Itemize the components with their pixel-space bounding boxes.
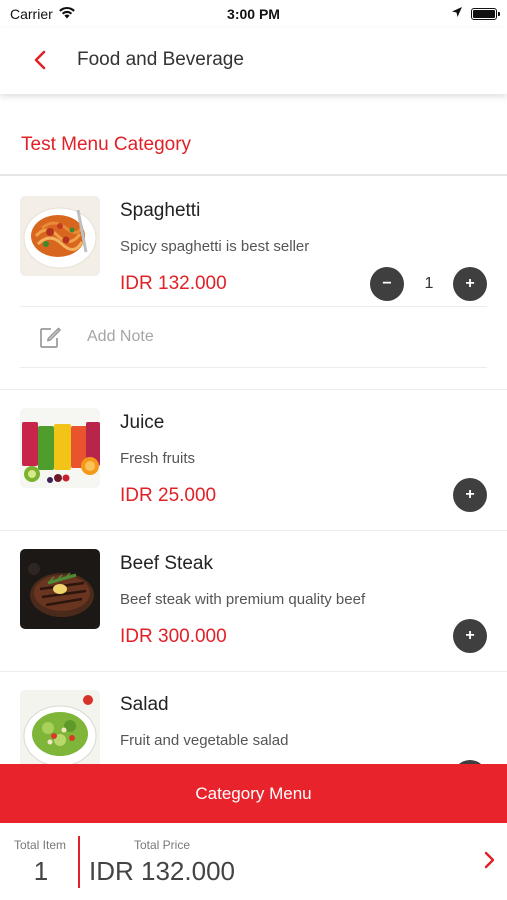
status-right: [451, 5, 500, 23]
increase-quantity-button[interactable]: +: [453, 267, 487, 301]
menu-item-spaghetti: Spaghetti Spicy spaghetti is best seller…: [0, 178, 507, 390]
item-name: Juice: [120, 412, 165, 433]
chevron-left-icon: [33, 50, 47, 75]
menu-item-beef-steak: Beef Steak Beef steak with premium quali…: [0, 531, 507, 672]
page-title: Food and Beverage: [77, 49, 244, 70]
battery-icon: [471, 8, 500, 20]
beef-steak-image: [20, 549, 100, 629]
total-price-label: Total Price: [134, 838, 191, 852]
item-name: Beef Steak: [120, 553, 213, 574]
plus-icon: +: [465, 275, 475, 292]
status-time: 3:00 PM: [227, 6, 280, 22]
category-menu-label: Category Menu: [195, 783, 312, 803]
nav-bar: Food and Beverage: [0, 28, 507, 94]
chevron-right-icon: [483, 851, 495, 873]
item-name: Spaghetti: [120, 200, 201, 221]
category-header: Test Menu Category: [0, 94, 507, 176]
menu-item-salad: Salad Fruit and vegetable salad +: [0, 672, 507, 764]
status-bar: Carrier 3:00 PM: [0, 0, 507, 28]
add-note-row[interactable]: Add Note: [20, 306, 487, 368]
summary-divider: [78, 836, 80, 888]
juice-image: [20, 408, 100, 488]
item-price: IDR 300.000: [120, 626, 227, 647]
menu-item-juice: Juice Fresh fruits IDR 25.000 +: [0, 390, 507, 531]
item-description: Spicy spaghetti is best seller: [120, 238, 310, 255]
plus-icon: +: [465, 627, 475, 644]
minus-icon: −: [382, 275, 392, 292]
order-summary-bar: Total Item 1 Total Price IDR 132.000: [0, 823, 507, 900]
item-description: Fresh fruits: [120, 450, 196, 467]
add-item-button[interactable]: +: [453, 619, 487, 653]
checkout-button[interactable]: [483, 851, 495, 874]
total-item-label: Total Item: [14, 838, 67, 852]
item-description: Beef steak with premium quality beef: [120, 591, 366, 608]
category-title: Test Menu Category: [21, 134, 192, 155]
item-name: Salad: [120, 694, 169, 715]
category-menu-button[interactable]: Category Menu: [0, 764, 507, 823]
edit-note-icon: [38, 326, 62, 355]
quantity-value: 1: [424, 275, 434, 292]
salad-image: [20, 690, 100, 764]
item-price: IDR 25.000: [120, 485, 217, 506]
location-arrow-icon: [451, 5, 463, 23]
item-price: IDR 132.000: [120, 273, 227, 294]
menu-list: Spaghetti Spicy spaghetti is best seller…: [0, 178, 507, 764]
item-description: Fruit and vegetable salad: [120, 732, 289, 749]
decrease-quantity-button[interactable]: −: [370, 267, 404, 301]
add-note-label: Add Note: [87, 328, 154, 345]
plus-icon: +: [465, 486, 475, 503]
back-button[interactable]: [26, 48, 54, 76]
spaghetti-image: [20, 196, 100, 276]
total-item-value: 1: [33, 856, 49, 886]
total-price-value: IDR 132.000: [89, 856, 235, 886]
add-item-button[interactable]: +: [453, 478, 487, 512]
